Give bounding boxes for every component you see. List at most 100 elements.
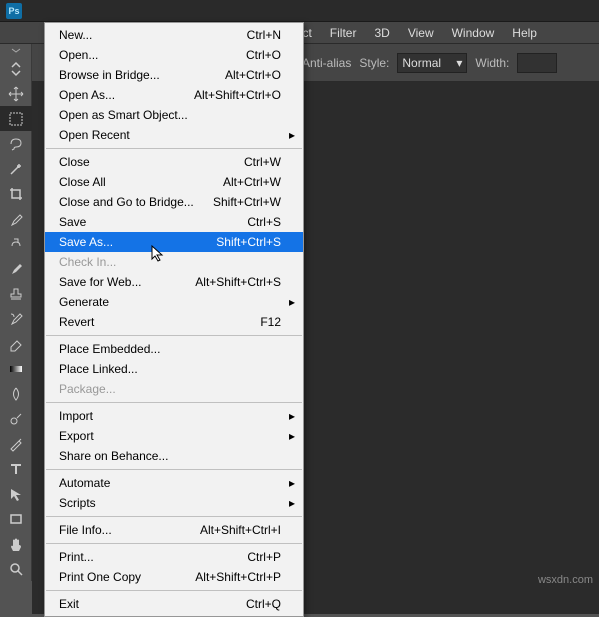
menu-item-label: Revert (59, 315, 260, 329)
tool-rect[interactable] (0, 506, 32, 531)
menu-item-print[interactable]: Print...Ctrl+P (45, 547, 303, 567)
menu-item-label: Exit (59, 597, 246, 611)
menu-item-label: Package... (59, 382, 281, 396)
tool-gradient[interactable] (0, 356, 32, 381)
menu-item-label: Place Linked... (59, 362, 281, 376)
menu-item-shortcut: Alt+Ctrl+W (223, 175, 281, 189)
menu-item-shortcut: Alt+Ctrl+O (225, 68, 281, 82)
menu-item-file-info[interactable]: File Info...Alt+Shift+Ctrl+I (45, 520, 303, 540)
tool-brush[interactable] (0, 256, 32, 281)
menu-item-label: Open as Smart Object... (59, 108, 281, 122)
menu-item-shortcut: Alt+Shift+Ctrl+I (200, 523, 281, 537)
menu-item-label: Place Embedded... (59, 342, 281, 356)
menu-item-label: Browse in Bridge... (59, 68, 225, 82)
menu-item-close-and-go-to-bridge[interactable]: Close and Go to Bridge...Shift+Ctrl+W (45, 192, 303, 212)
tool-blur[interactable] (0, 381, 32, 406)
menu-item-place-embedded[interactable]: Place Embedded... (45, 339, 303, 359)
submenu-arrow-icon: ▸ (289, 409, 295, 423)
tool-history[interactable] (0, 306, 32, 331)
menu-item-open-as[interactable]: Open As...Alt+Shift+Ctrl+O (45, 85, 303, 105)
menu-item-label: Check In... (59, 255, 281, 269)
menu-item-shortcut: Shift+Ctrl+S (216, 235, 281, 249)
tool-marquee[interactable] (0, 106, 32, 131)
menu-item-save[interactable]: SaveCtrl+S (45, 212, 303, 232)
style-select[interactable]: Normal ▾ (397, 53, 467, 73)
menu-item-generate[interactable]: Generate ▸ (45, 292, 303, 312)
tool-eraser[interactable] (0, 331, 32, 356)
menu-separator (46, 590, 302, 591)
menu-item-open[interactable]: Open...Ctrl+O (45, 45, 303, 65)
submenu-arrow-icon: ▸ (289, 476, 295, 490)
menu-item-print-one-copy[interactable]: Print One CopyAlt+Shift+Ctrl+P (45, 567, 303, 587)
menu-item-label: Share on Behance... (59, 449, 281, 463)
tool-type[interactable] (0, 456, 32, 481)
tool-path[interactable] (0, 481, 32, 506)
tool-hand[interactable] (0, 531, 32, 556)
app-logo-text: Ps (8, 6, 19, 16)
menu-item-label: Automate (59, 476, 281, 490)
menu-item-package: Package... (45, 379, 303, 399)
menu-item-open-recent[interactable]: Open Recent▸ (45, 125, 303, 145)
menu-item-check-in: Check In... (45, 252, 303, 272)
menu-item-import[interactable]: Import▸ (45, 406, 303, 426)
titlebar: Ps (0, 0, 599, 22)
submenu-arrow-icon: ▸ (289, 429, 295, 443)
menu-item-label: Save As... (59, 235, 216, 249)
menu-item-close[interactable]: CloseCtrl+W (45, 152, 303, 172)
menu-item-shortcut: Ctrl+W (244, 155, 281, 169)
menu-item-place-linked[interactable]: Place Linked... (45, 359, 303, 379)
tool-crop[interactable] (0, 181, 32, 206)
menu-item-label: Close All (59, 175, 223, 189)
tool-heal[interactable] (0, 231, 32, 256)
menu-item-save-for-web[interactable]: Save for Web...Alt+Shift+Ctrl+S (45, 272, 303, 292)
menu-item-new[interactable]: New...Ctrl+N (45, 25, 303, 45)
file-menu-dropdown: New...Ctrl+NOpen...Ctrl+OBrowse in Bridg… (44, 22, 304, 617)
tool-wand[interactable] (0, 156, 32, 181)
menu-separator (46, 543, 302, 544)
watermark: wsxdn.com (538, 574, 593, 586)
menu-separator (46, 335, 302, 336)
menu-item-save-as[interactable]: Save As...Shift+Ctrl+S (45, 232, 303, 252)
menu-item-close-all[interactable]: Close AllAlt+Ctrl+W (45, 172, 303, 192)
toolbox (0, 44, 32, 581)
chevron-down-icon: ▾ (456, 56, 462, 70)
tool-move[interactable] (0, 81, 32, 106)
menu-item-share-on-behance[interactable]: Share on Behance... (45, 446, 303, 466)
app-logo: Ps (6, 3, 22, 19)
menubar-item-3d[interactable]: 3D (365, 22, 398, 43)
menu-item-label: New... (59, 28, 247, 42)
submenu-arrow-icon: ▸ (289, 295, 295, 309)
tool-pen[interactable] (0, 431, 32, 456)
width-field[interactable] (517, 53, 557, 73)
width-label: Width: (475, 56, 509, 70)
tool-stamp[interactable] (0, 281, 32, 306)
tool-eyedropper[interactable] (0, 206, 32, 231)
menu-item-scripts[interactable]: Scripts▸ (45, 493, 303, 513)
menu-item-label: Print One Copy (59, 570, 195, 584)
menu-item-shortcut: Ctrl+S (247, 215, 281, 229)
menu-item-shortcut: Ctrl+P (247, 550, 281, 564)
tool-zoom[interactable] (0, 556, 32, 581)
menu-item-label: Generate (59, 295, 281, 309)
menu-separator (46, 402, 302, 403)
menu-item-open-as-smart-object[interactable]: Open as Smart Object... (45, 105, 303, 125)
menu-item-browse-in-bridge[interactable]: Browse in Bridge...Alt+Ctrl+O (45, 65, 303, 85)
toolbox-collapse-handle[interactable] (0, 44, 32, 56)
menu-item-label: File Info... (59, 523, 200, 537)
style-select-value: Normal (402, 56, 441, 70)
menu-item-exit[interactable]: ExitCtrl+Q (45, 594, 303, 614)
tool-dodge[interactable] (0, 406, 32, 431)
menu-item-label: Print... (59, 550, 247, 564)
menu-item-label: Scripts (59, 496, 281, 510)
menu-item-automate[interactable]: Automate ▸ (45, 473, 303, 493)
menubar-item-filter[interactable]: Filter (321, 22, 366, 43)
tool-expand[interactable] (0, 56, 32, 81)
tool-lasso[interactable] (0, 131, 32, 156)
menu-separator (46, 148, 302, 149)
menubar-item-window[interactable]: Window (443, 22, 504, 43)
menu-item-export[interactable]: Export▸ (45, 426, 303, 446)
menu-item-label: Save for Web... (59, 275, 195, 289)
menubar-item-help[interactable]: Help (503, 22, 546, 43)
menubar-item-view[interactable]: View (399, 22, 443, 43)
menu-item-revert[interactable]: RevertF12 (45, 312, 303, 332)
